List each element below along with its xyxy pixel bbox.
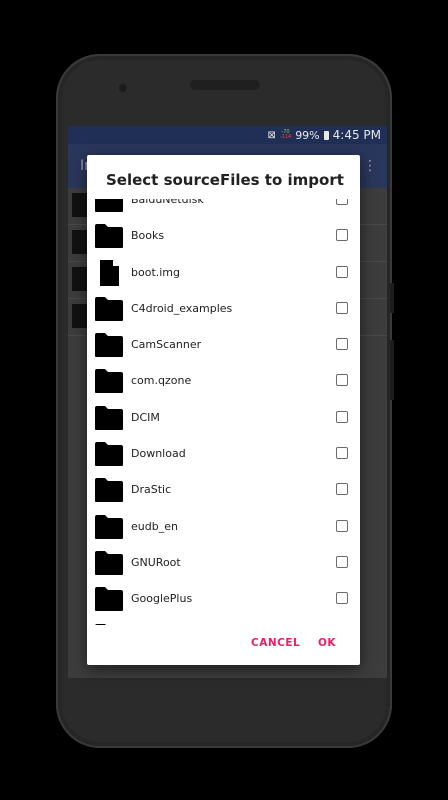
- folder-icon: [94, 405, 124, 431]
- cancel-button[interactable]: CANCEL: [251, 637, 300, 649]
- file-list-item[interactable]: CamScanner: [87, 327, 360, 363]
- file-icon: [72, 230, 88, 254]
- file-name: boot.img: [131, 265, 181, 279]
- file-list-item[interactable]: com.qzone: [87, 363, 360, 399]
- file-name: Books: [131, 229, 165, 243]
- folder-icon: [94, 332, 124, 358]
- folder-icon: [94, 368, 124, 394]
- file-list-item[interactable]: DraStic: [87, 472, 360, 508]
- select-checkbox[interactable]: [336, 592, 348, 605]
- select-checkbox[interactable]: [336, 374, 348, 387]
- file-list-item[interactable]: GooglePlus: [87, 581, 360, 617]
- file-icon: [72, 193, 88, 217]
- file-name: CamScanner: [131, 338, 202, 352]
- file-name: C4droid_examples: [131, 301, 233, 315]
- folder-icon: [94, 550, 124, 576]
- file-list-item[interactable]: GNURoot: [87, 545, 360, 581]
- file-name: GooglePlus: [131, 592, 193, 606]
- earpiece: [190, 80, 260, 90]
- file-name: DraStic: [131, 483, 172, 497]
- mute-icon: ⊠: [267, 129, 276, 141]
- signal-down: -114: [279, 134, 292, 140]
- volume-button: [390, 340, 394, 400]
- front-sensor: [119, 84, 127, 92]
- file-list-item[interactable]: C4droid_examples: [87, 291, 360, 327]
- file-list[interactable]: BaiduNetdisk Books boot.img C4droid_example…: [87, 199, 360, 625]
- file-icon: [94, 259, 124, 286]
- select-checkbox[interactable]: [336, 483, 348, 496]
- file-list-item[interactable]: Download: [87, 436, 360, 472]
- file-list-item[interactable]: eudb_en: [87, 509, 360, 545]
- select-checkbox[interactable]: [336, 519, 348, 532]
- select-checkbox[interactable]: [336, 199, 348, 205]
- file-name: com.qzone: [131, 374, 192, 388]
- folder-icon: [94, 199, 124, 213]
- file-name: Download: [131, 447, 186, 461]
- file-name: eudb_en: [131, 519, 178, 533]
- folder-icon: [94, 477, 124, 503]
- file-list-viewport: BaiduNetdisk Books boot.img C4droid_example…: [87, 199, 360, 625]
- battery-icon: [323, 130, 329, 140]
- select-checkbox[interactable]: [336, 265, 348, 278]
- folder-icon: [94, 441, 124, 467]
- status-bar: ⊠ -70 -114 99% 4:45 PM: [68, 126, 387, 144]
- file-name: BaiduNetdisk: [131, 199, 204, 206]
- file-name: DCIM: [131, 410, 160, 424]
- file-list-item[interactable]: Books: [87, 218, 360, 254]
- file-list-item[interactable]: BaiduNetdisk: [87, 199, 360, 218]
- import-dialog: Select sourceFiles to import BaiduNetdis…: [87, 155, 360, 665]
- select-checkbox[interactable]: [336, 301, 348, 314]
- select-checkbox[interactable]: [336, 555, 348, 568]
- folder-icon: [94, 586, 124, 612]
- clock: 4:45 PM: [332, 128, 381, 142]
- folder-icon: [94, 223, 124, 249]
- file-list-item[interactable]: DCIM: [87, 400, 360, 436]
- overflow-menu-icon[interactable]: ⋮: [363, 158, 377, 174]
- dialog-title: Select sourceFiles to import: [106, 171, 344, 189]
- power-button: [390, 283, 394, 313]
- select-checkbox[interactable]: [336, 229, 348, 242]
- file-list-item[interactable]: [87, 618, 360, 625]
- dialog-actions: CANCEL OK: [87, 625, 360, 665]
- file-icon: [72, 304, 88, 328]
- file-icon: [72, 267, 88, 291]
- select-checkbox[interactable]: [336, 410, 348, 423]
- folder-icon: [94, 296, 124, 322]
- select-checkbox[interactable]: [336, 338, 348, 351]
- battery-level: 99%: [295, 128, 320, 142]
- network-signal-icon: -70 -114: [280, 130, 291, 140]
- ok-button[interactable]: OK: [318, 637, 336, 649]
- folder-icon: [94, 514, 124, 540]
- file-list-item[interactable]: boot.img: [87, 255, 360, 291]
- file-name: GNURoot: [131, 555, 181, 569]
- select-checkbox[interactable]: [336, 447, 348, 460]
